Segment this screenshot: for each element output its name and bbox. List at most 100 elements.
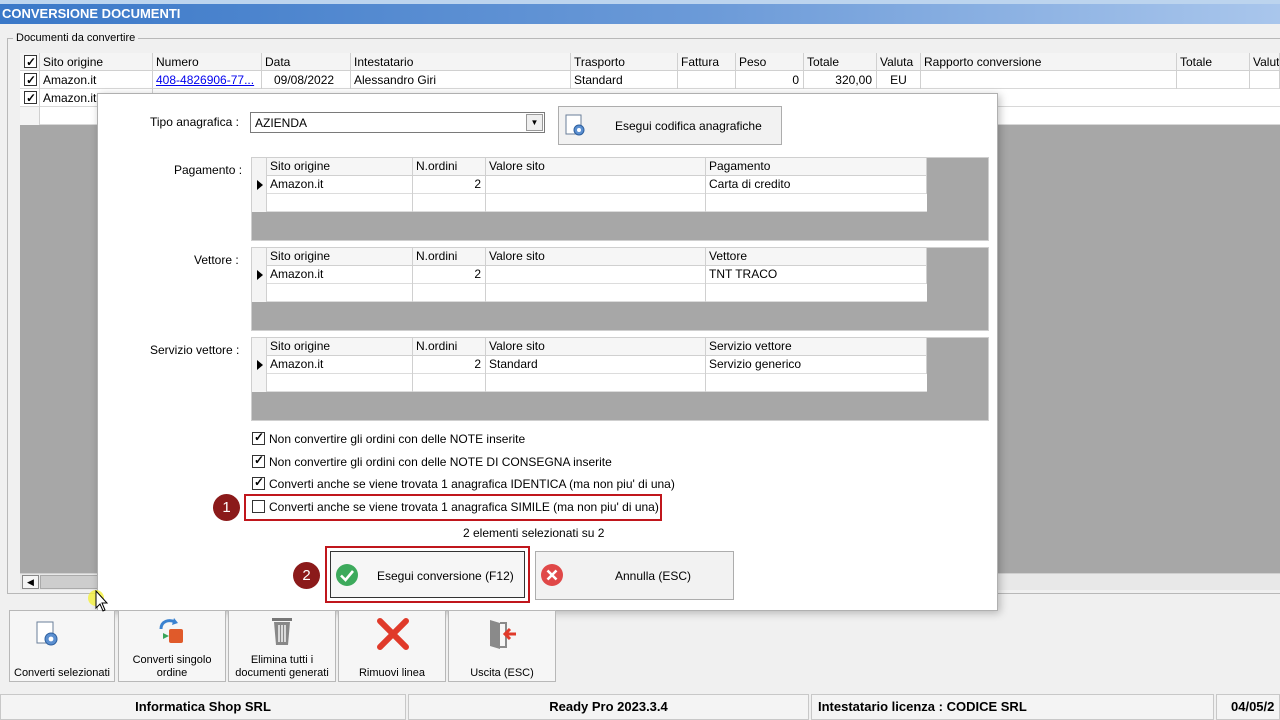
cell-n-ordini: 2 <box>413 266 486 284</box>
col-totale[interactable]: Totale <box>804 53 877 71</box>
col-rapporto-conversione[interactable]: Rapporto conversione <box>921 53 1177 71</box>
col-servizio-vettore[interactable]: Servizio vettore <box>706 338 927 356</box>
elimina-documenti-button[interactable]: Elimina tutti i documenti generati <box>228 610 336 682</box>
cell-peso: 0 <box>736 71 804 89</box>
table-row[interactable]: Amazon.it 2 Standard Servizio generico <box>252 356 927 374</box>
converti-singolo-button[interactable]: Converti singolo ordine <box>118 610 226 682</box>
table-row[interactable]: Amazon.it 408-4826906-77... 09/08/2022 A… <box>20 71 1280 89</box>
cell-data: 09/08/2022 <box>262 71 351 89</box>
esegui-conversione-label: Esegui conversione (F12) <box>377 569 514 583</box>
col-vettore[interactable]: Vettore <box>706 248 927 266</box>
vettore-label: Vettore : <box>194 253 239 267</box>
col-sito-origine[interactable]: Sito origine <box>267 338 413 356</box>
cell-sito: Amazon.it <box>40 71 153 89</box>
cell-totale-2 <box>1177 71 1250 89</box>
annulla-button[interactable]: Annulla (ESC) <box>535 551 734 600</box>
row-checkbox[interactable] <box>24 71 37 89</box>
col-fattura[interactable]: Fattura <box>678 53 736 71</box>
cell-valuta-2 <box>1250 71 1280 89</box>
groupbox-label: Documenti da convertire <box>13 32 139 44</box>
table-row[interactable]: Amazon.it 2 TNT TRACO <box>252 266 927 284</box>
col-pagamento[interactable]: Pagamento <box>706 158 927 176</box>
row-select-cell[interactable] <box>20 89 40 107</box>
cell-rapporto <box>921 71 1177 89</box>
empty-cell <box>413 284 486 302</box>
empty-cell <box>267 284 413 302</box>
rimuovi-linea-label: Rimuovi linea <box>358 667 426 679</box>
table-row[interactable]: Amazon.it 2 Carta di credito <box>252 176 927 194</box>
tipo-anagrafica-select[interactable]: AZIENDA ▼ <box>250 112 545 133</box>
cell-numero[interactable]: 408-4826906-77... <box>153 71 262 89</box>
rimuovi-linea-button[interactable]: Rimuovi linea <box>338 610 446 682</box>
option-no-note-label[interactable]: Non convertire gli ordini con delle NOTE… <box>269 432 525 446</box>
col-sito-origine[interactable]: Sito origine <box>40 53 153 71</box>
header-select-all[interactable] <box>20 53 40 71</box>
col-trasporto[interactable]: Trasporto <box>571 53 678 71</box>
status-date: 04/05/2 <box>1216 694 1280 720</box>
row-checkbox[interactable] <box>24 89 37 107</box>
col-n-ordini[interactable]: N.ordini <box>413 338 486 356</box>
col-valuta-2[interactable]: Valut <box>1250 53 1280 71</box>
select-all-checkbox[interactable] <box>24 53 37 71</box>
grid-header: Sito origine N.ordini Valore sito Vettor… <box>252 248 927 266</box>
cell-valuta: EU <box>877 71 921 89</box>
tipo-anagrafica-value: AZIENDA <box>255 116 308 130</box>
col-numero[interactable]: Numero <box>153 53 262 71</box>
header-indicator <box>252 338 267 356</box>
uscita-button[interactable]: Uscita (ESC) <box>448 610 556 682</box>
empty-cell <box>486 194 706 212</box>
option-no-note-consegna-label[interactable]: Non convertire gli ordini con delle NOTE… <box>269 455 612 469</box>
cell-valore-sito[interactable]: Standard <box>486 356 706 374</box>
option-anagrafica-identica-label[interactable]: Converti anche se viene trovata 1 anagra… <box>269 477 675 491</box>
col-valore-sito[interactable]: Valore sito <box>486 248 706 266</box>
cell-pagamento[interactable]: Carta di credito <box>706 176 927 194</box>
col-sito-origine[interactable]: Sito origine <box>267 248 413 266</box>
col-n-ordini[interactable]: N.ordini <box>413 248 486 266</box>
table-row-empty[interactable] <box>252 194 927 212</box>
step-marker-2: 2 <box>293 562 320 589</box>
esegui-codifica-label: Esegui codifica anagrafiche <box>615 119 762 133</box>
exit-door-icon <box>490 620 516 649</box>
trash-icon <box>272 618 292 645</box>
row-indicator <box>252 194 267 212</box>
order-number-link[interactable]: 408-4826906-77... <box>156 73 254 87</box>
col-valore-sito[interactable]: Valore sito <box>486 338 706 356</box>
col-totale-2[interactable]: Totale <box>1177 53 1250 71</box>
col-valore-sito[interactable]: Valore sito <box>486 158 706 176</box>
pagamento-grid[interactable]: Sito origine N.ordini Valore sito Pagame… <box>251 157 989 241</box>
checkbox-no-note-consegna[interactable] <box>252 453 265 468</box>
row-select-cell[interactable] <box>20 71 40 89</box>
empty-cell <box>267 194 413 212</box>
cell-sito: Amazon.it <box>267 176 413 194</box>
checkbox-anagrafica-identica[interactable] <box>252 475 265 490</box>
cell-valore-sito[interactable] <box>486 176 706 194</box>
scroll-left-icon[interactable]: ◀ <box>22 575 39 589</box>
col-sito-origine[interactable]: Sito origine <box>267 158 413 176</box>
cell-valore-sito[interactable] <box>486 266 706 284</box>
col-valuta[interactable]: Valuta <box>877 53 921 71</box>
col-n-ordini[interactable]: N.ordini <box>413 158 486 176</box>
table-row-empty[interactable] <box>252 374 927 392</box>
col-intestatario[interactable]: Intestatario <box>351 53 571 71</box>
esegui-codifica-button[interactable]: Esegui codifica anagrafiche <box>558 106 782 145</box>
cell-servizio-vettore[interactable]: Servizio generico <box>706 356 927 374</box>
cell-vettore[interactable]: TNT TRACO <box>706 266 927 284</box>
checkbox-no-note[interactable] <box>252 430 265 445</box>
status-license: Intestatario licenza : CODICE SRL <box>811 694 1214 720</box>
col-data[interactable]: Data <box>262 53 351 71</box>
cell-n-ordini: 2 <box>413 356 486 374</box>
chevron-down-icon[interactable]: ▼ <box>526 114 543 131</box>
window-title: CONVERSIONE DOCUMENTI <box>2 6 181 21</box>
col-peso[interactable]: Peso <box>736 53 804 71</box>
servizio-vettore-grid[interactable]: Sito origine N.ordini Valore sito Serviz… <box>251 337 989 421</box>
esegui-conversione-button[interactable]: Esegui conversione (F12) <box>330 551 525 598</box>
selection-status: 2 elementi selezionati su 2 <box>463 526 605 540</box>
mouse-cursor-icon <box>95 590 109 612</box>
elimina-documenti-label: Elimina tutti i documenti generati <box>235 654 329 679</box>
vettore-grid[interactable]: Sito origine N.ordini Valore sito Vettor… <box>251 247 989 331</box>
row-indicator <box>252 284 267 302</box>
grid-header: Sito origine N.ordini Valore sito Pagame… <box>252 158 927 176</box>
table-row-empty[interactable] <box>252 284 927 302</box>
cell-trasporto: Standard <box>571 71 678 89</box>
converti-selezionati-button[interactable]: Converti selezionati <box>9 610 115 682</box>
